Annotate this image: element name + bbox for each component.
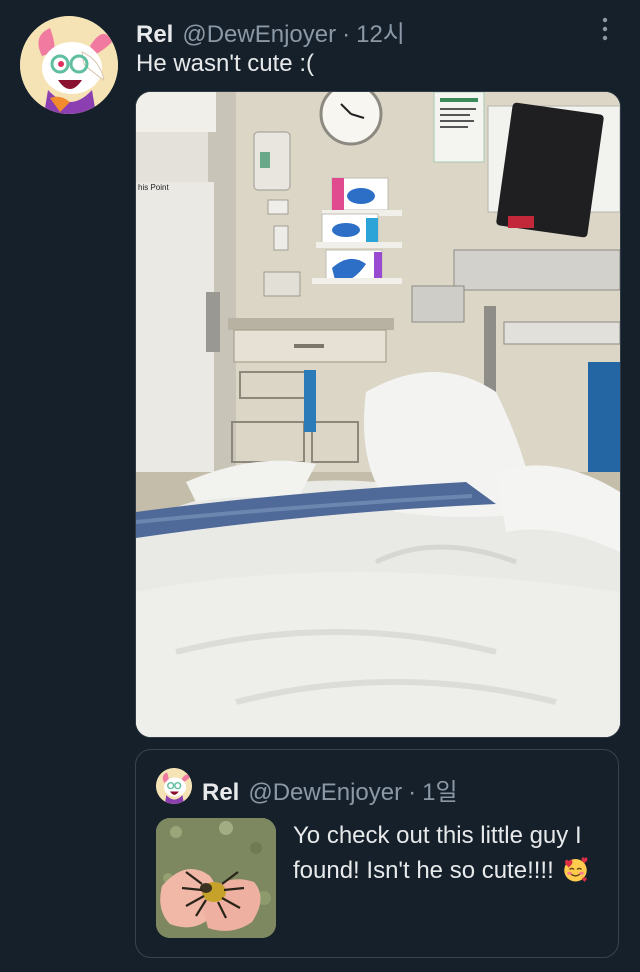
quoted-tweet-header: Rel @DewEnjoyer · 1일 [202,772,458,807]
smiling-face-with-hearts-icon [564,857,588,883]
author-display-name[interactable]: Rel [136,21,173,49]
goat-character-avatar-icon [156,768,192,804]
quoted-author-handle[interactable]: @DewEnjoyer [248,779,402,807]
tweet-text: He wasn't cute :( [136,50,314,77]
quoted-author-display-name[interactable]: Rel [202,779,239,807]
tweet-header: Rel @DewEnjoyer · 12시 [136,14,405,48]
author-handle[interactable]: @DewEnjoyer [182,21,336,49]
svg-text:his Point: his Point [138,183,169,192]
quoted-tweet-text-content: Yo check out this little guy I found! Is… [293,822,582,884]
quoted-tweet-card[interactable]: Rel @DewEnjoyer · 1일 Yo check out this l… [135,749,619,958]
quoted-author-avatar[interactable] [156,768,192,804]
author-avatar[interactable] [20,16,118,114]
spider-in-hands-photo [156,818,276,938]
hospital-room-photo: his Point [136,92,620,737]
goat-character-avatar-icon [20,16,118,114]
quoted-tweet-thumbnail[interactable] [156,818,276,938]
more-options-button[interactable] [590,14,620,44]
tweet-timestamp[interactable]: 12시 [356,14,405,49]
more-vertical-icon [602,17,608,41]
quoted-header-separator: · [408,779,417,806]
wall-clock-icon [319,92,383,146]
quoted-tweet-timestamp[interactable]: 1일 [422,772,457,807]
header-separator: · [342,21,351,48]
tweet-media-photo[interactable]: his Point [135,91,621,738]
quoted-tweet-text: Yo check out this little guy I found! Is… [293,818,603,888]
